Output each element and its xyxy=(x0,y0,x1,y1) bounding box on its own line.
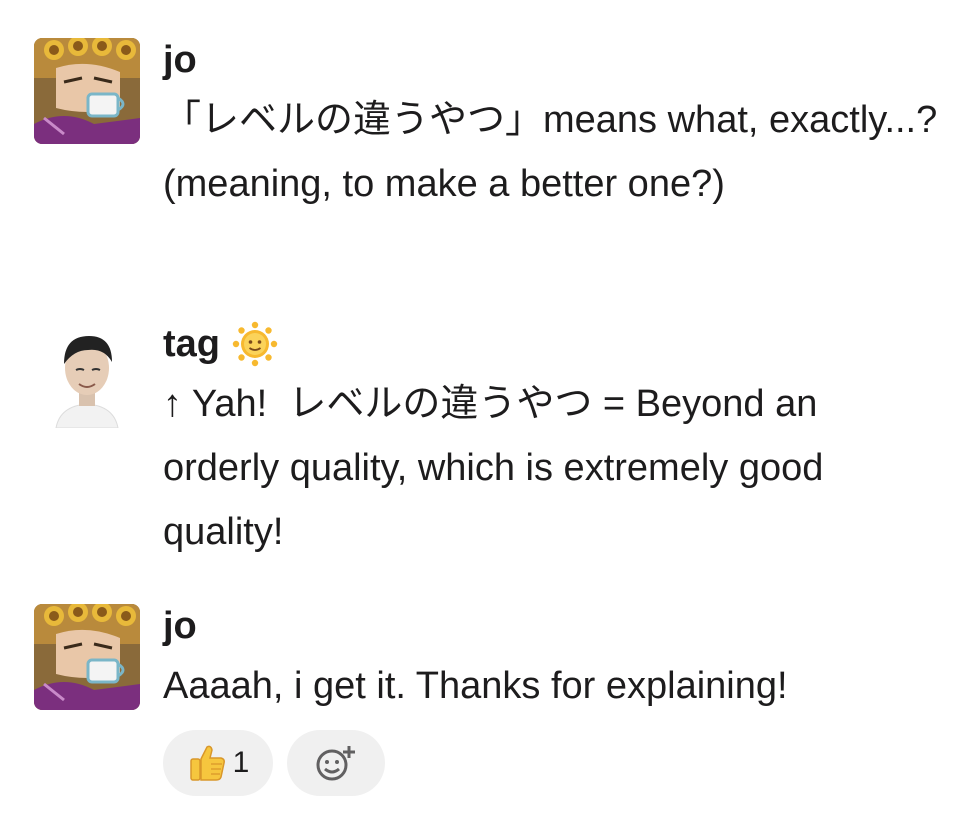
username[interactable]: tag xyxy=(163,321,943,367)
user-avatar-tag[interactable] xyxy=(34,322,140,428)
jojo-avatar-icon xyxy=(34,38,140,144)
username[interactable]: jo xyxy=(163,38,943,82)
message-text: ↑ Yah! レベルの違うやつ = Beyond an orderly qual… xyxy=(163,383,834,553)
thumbs-up-reaction[interactable]: 1 xyxy=(163,730,273,796)
user-avatar-jo[interactable] xyxy=(34,38,140,144)
message-text: 「レベルの違うやつ」means what, exactly...? (meani… xyxy=(163,99,948,205)
user-avatar-jo[interactable] xyxy=(34,604,140,710)
message-text: Aaaah, i get it. Thanks for explaining! xyxy=(163,665,788,707)
sun-face-icon xyxy=(232,321,278,367)
username-label[interactable]: tag xyxy=(163,322,220,366)
username-label[interactable]: jo xyxy=(163,38,197,82)
person-avatar-icon xyxy=(34,322,140,428)
jojo-avatar-icon xyxy=(34,604,140,710)
add-reaction-button[interactable] xyxy=(287,730,385,796)
reactions-bar: 1 xyxy=(163,730,943,796)
reaction-count: 1 xyxy=(232,746,250,779)
add-reaction-icon xyxy=(316,746,355,781)
username-label[interactable]: jo xyxy=(163,604,197,648)
thumbs-up-icon xyxy=(189,745,225,781)
username[interactable]: jo xyxy=(163,604,943,648)
